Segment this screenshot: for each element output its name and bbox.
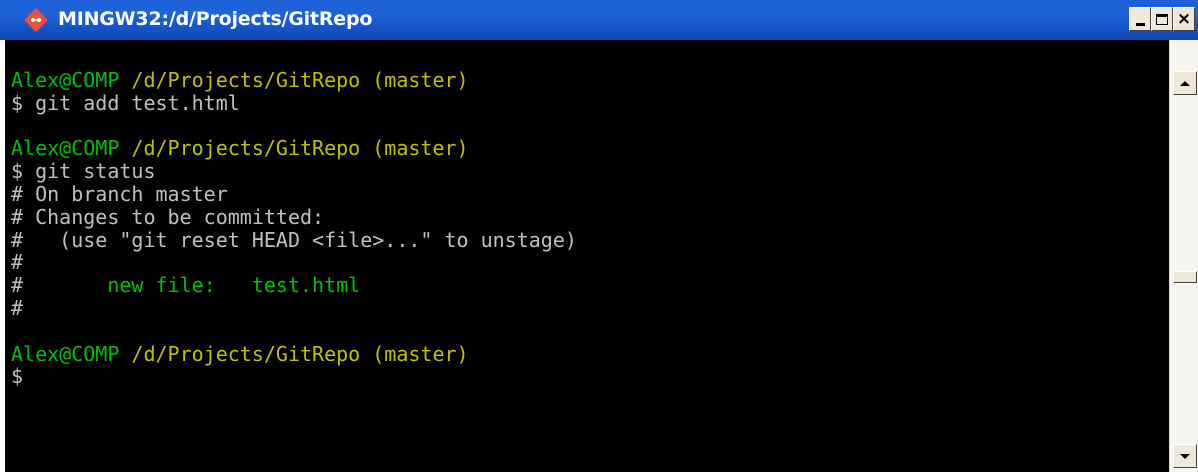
terminal-text-segment: Alex@COMP: [11, 68, 120, 92]
terminal-line: # Changes to be committed:: [11, 204, 1169, 229]
terminal-text-segment: /d/Projects/GitRepo (master): [119, 341, 469, 366]
terminal-text-segment: $ git add test.html: [11, 90, 240, 115]
window-title: MINGW32:/d/Projects/GitRepo: [58, 8, 373, 30]
terminal-line: # new file: test.html: [11, 274, 1169, 297]
terminal-text-segment: Alex@COMP: [11, 341, 120, 366]
terminal-text-segment: $ git status: [11, 159, 156, 184]
terminal-text-segment: /d/Projects/GitRepo (master): [119, 68, 469, 92]
maximize-button[interactable]: [1151, 7, 1173, 31]
terminal-line: # (use "git reset HEAD <file>..." to uns…: [11, 227, 1169, 252]
maximize-icon: [1156, 13, 1168, 25]
scroll-down-arrow-icon: [1180, 453, 1190, 459]
terminal-window: MINGW32:/d/Projects/GitRepo × Alex@COMP …: [0, 0, 1198, 475]
scrollbar-thumb[interactable]: [1173, 271, 1197, 283]
close-icon: ×: [1176, 8, 1192, 29]
terminal-line: # On branch master: [11, 183, 1169, 206]
scroll-down-button[interactable]: [1173, 444, 1197, 468]
terminal-line: $ git add test.html: [11, 90, 1169, 115]
terminal-text-segment: # On branch master: [11, 181, 228, 206]
terminal-text-segment: new file: test.html: [23, 273, 361, 298]
terminal-text-segment: # Changes to be committed:: [11, 204, 325, 229]
title-bar[interactable]: MINGW32:/d/Projects/GitRepo ×: [0, 0, 1198, 40]
terminal-text-segment: Alex@COMP: [11, 136, 120, 161]
git-icon: [24, 8, 48, 32]
terminal-text-segment: #: [11, 250, 24, 275]
terminal-line: Alex@COMP /d/Projects/GitRepo (master): [11, 341, 1169, 366]
minimize-icon: [1135, 22, 1145, 26]
terminal-text-segment: #: [11, 273, 24, 298]
terminal-line: #: [11, 251, 1169, 274]
terminal-line: #: [11, 297, 1169, 320]
terminal-text-segment: /d/Projects/GitRepo (master): [119, 136, 469, 161]
scroll-up-arrow-icon: [1180, 80, 1190, 86]
terminal-line: $ git status: [11, 160, 1169, 183]
minimize-button[interactable]: [1129, 7, 1151, 31]
terminal-line: $: [11, 365, 1169, 388]
close-button[interactable]: ×: [1173, 7, 1195, 31]
terminal-text-segment: # (use "git reset HEAD <file>..." to uns…: [11, 227, 577, 252]
terminal-text-segment: $: [11, 364, 24, 389]
terminal-output[interactable]: Alex@COMP /d/Projects/GitRepo (master) $ …: [5, 40, 1169, 472]
vertical-scrollbar[interactable]: [1169, 40, 1198, 472]
terminal-line: Alex@COMP /d/Projects/GitRepo (master): [11, 137, 1169, 160]
terminal-line: Alex@COMP /d/Projects/GitRepo (master): [11, 69, 1169, 92]
scroll-up-button[interactable]: [1173, 71, 1197, 95]
terminal-text-segment: #: [11, 295, 24, 320]
